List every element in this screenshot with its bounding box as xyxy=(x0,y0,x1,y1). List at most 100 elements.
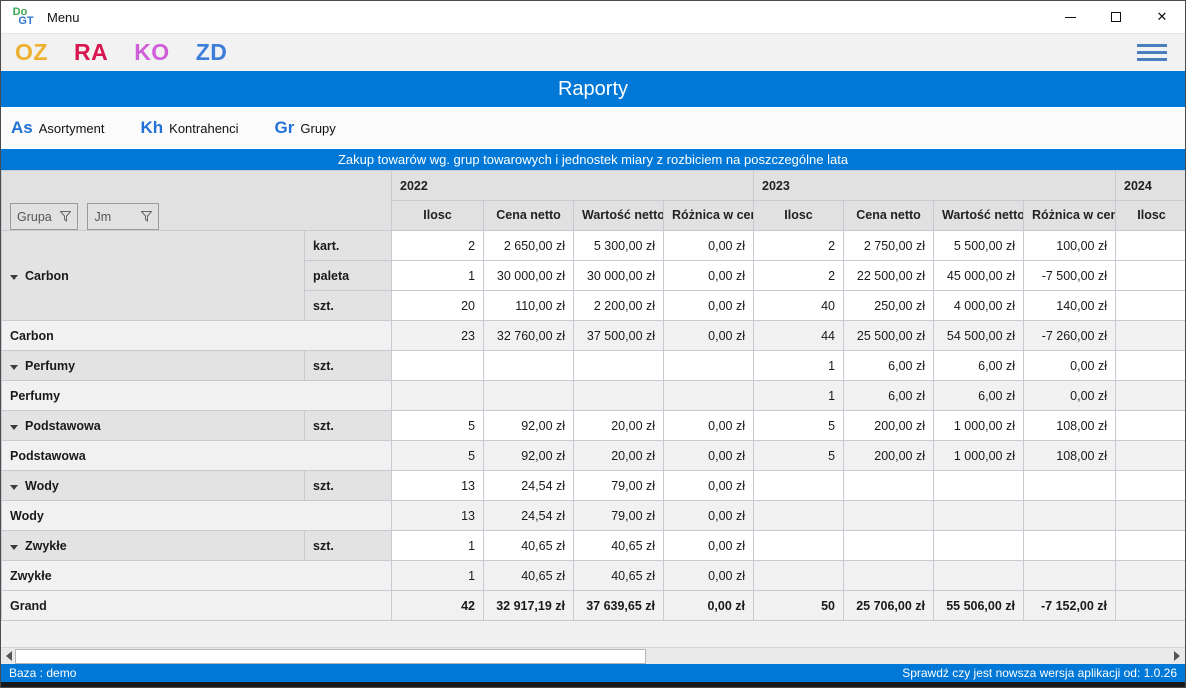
value-cell xyxy=(1116,381,1185,411)
value-cell: 13 xyxy=(392,471,484,501)
column-header: Ilosc xyxy=(392,201,484,231)
value-cell: 200,00 zł xyxy=(844,411,934,441)
unit-cell: szt. xyxy=(305,531,392,561)
toolbar-label: Kontrahenci xyxy=(169,121,238,136)
value-cell: 1 xyxy=(392,261,484,291)
value-cell xyxy=(1024,561,1116,591)
value-cell xyxy=(1024,501,1116,531)
unit-cell: szt. xyxy=(305,351,392,381)
minimize-button[interactable] xyxy=(1047,1,1093,33)
maximize-icon xyxy=(1111,12,1121,22)
value-cell xyxy=(934,501,1024,531)
value-cell xyxy=(844,471,934,501)
value-cell: 1 000,00 zł xyxy=(934,441,1024,471)
summary-row: Perfumy16,00 zł6,00 zł0,00 zł xyxy=(2,381,1186,411)
value-cell: 50 xyxy=(754,591,844,621)
value-cell: 20,00 zł xyxy=(574,411,664,441)
unit-cell: paleta xyxy=(305,261,392,291)
value-cell: 0,00 zł xyxy=(1024,381,1116,411)
close-button[interactable]: ✕ xyxy=(1139,1,1185,33)
unit-filter-label: Jm xyxy=(94,210,111,224)
nav-item-zd[interactable]: ZD xyxy=(196,39,228,66)
unit-cell: szt. xyxy=(305,471,392,501)
collapse-triangle-icon xyxy=(10,365,18,370)
summary-row: Podstawowa592,00 zł20,00 zł0,00 zł5200,0… xyxy=(2,441,1186,471)
value-cell xyxy=(1116,441,1185,471)
group-row-label[interactable]: Podstawowa xyxy=(2,411,305,441)
menu-label[interactable]: Menu xyxy=(47,10,80,25)
value-cell xyxy=(934,531,1024,561)
report-title-bar: Zakup towarów wg. grup towarowych i jedn… xyxy=(1,149,1185,170)
group-filter-dropdown[interactable]: Grupa xyxy=(10,203,78,230)
nav-item-ra[interactable]: RA xyxy=(74,39,108,66)
column-header: Cena netto xyxy=(844,201,934,231)
value-cell: 79,00 zł xyxy=(574,501,664,531)
value-cell: 5 500,00 zł xyxy=(934,231,1024,261)
close-icon: ✕ xyxy=(1157,9,1168,25)
value-cell xyxy=(1116,561,1185,591)
nav-item-oz[interactable]: OZ xyxy=(15,39,48,66)
module-nav-items: OZ RA KO ZD xyxy=(15,39,253,66)
collapse-triangle-icon xyxy=(10,425,18,430)
toolbar-label: Grupy xyxy=(300,121,335,136)
value-cell: 100,00 zł xyxy=(1024,231,1116,261)
maximize-button[interactable] xyxy=(1093,1,1139,33)
value-cell: 37 639,65 zł xyxy=(574,591,664,621)
toolbar-item-asortyment[interactable]: AsAsortyment xyxy=(11,118,104,138)
group-name: Wody xyxy=(25,479,59,493)
filter-header-cell: Grupa Jm xyxy=(2,171,392,231)
value-cell xyxy=(1116,351,1185,381)
value-cell: 0,00 zł xyxy=(664,531,754,561)
value-cell: 5 xyxy=(754,441,844,471)
value-cell: 0,00 zł xyxy=(664,291,754,321)
value-cell: 42 xyxy=(392,591,484,621)
value-cell xyxy=(844,561,934,591)
report-title: Zakup towarów wg. grup towarowych i jedn… xyxy=(338,152,848,167)
hamburger-menu-button[interactable] xyxy=(1133,40,1171,65)
value-cell: 0,00 zł xyxy=(664,501,754,531)
group-row-label[interactable]: Perfumy xyxy=(2,351,305,381)
value-cell: -7 260,00 zł xyxy=(1024,321,1116,351)
horizontal-scrollbar[interactable] xyxy=(1,647,1185,664)
summary-row: Carbon2332 760,00 zł37 500,00 zł0,00 zł4… xyxy=(2,321,1186,351)
group-row: Perfumyszt.16,00 zł6,00 zł0,00 zł xyxy=(2,351,1186,381)
nav-item-ko[interactable]: KO xyxy=(134,39,170,66)
unit-cell: kart. xyxy=(305,231,392,261)
value-cell: 6,00 zł xyxy=(934,351,1024,381)
value-cell: 140,00 zł xyxy=(1024,291,1116,321)
status-bar: Baza : demo Sprawdź czy jest nowsza wers… xyxy=(1,664,1185,682)
value-cell: 4 000,00 zł xyxy=(934,291,1024,321)
scroll-right-button[interactable] xyxy=(1169,648,1185,664)
column-header: Różnica w cenie xyxy=(664,201,754,231)
value-cell: 2 750,00 zł xyxy=(844,231,934,261)
value-cell: 40,65 zł xyxy=(574,561,664,591)
toolbar-item-grupy[interactable]: GrGrupy xyxy=(275,118,336,138)
value-cell xyxy=(392,381,484,411)
group-row-label[interactable]: Carbon xyxy=(2,231,305,321)
value-cell: 20 xyxy=(392,291,484,321)
value-cell: 0,00 zł xyxy=(664,591,754,621)
status-database: Baza : demo xyxy=(9,666,76,680)
column-header: Ilosc xyxy=(754,201,844,231)
scrollbar-thumb[interactable] xyxy=(15,649,646,664)
value-cell: 25 500,00 zł xyxy=(844,321,934,351)
logo-bottom-text: GT xyxy=(13,17,39,26)
value-cell xyxy=(1116,231,1185,261)
summary-row-label: Carbon xyxy=(2,321,392,351)
value-cell: 5 xyxy=(392,411,484,441)
toolbar-item-kontrahenci[interactable]: KhKontrahenci xyxy=(140,118,238,138)
value-cell: 23 xyxy=(392,321,484,351)
group-row-label[interactable]: Zwykłe xyxy=(2,531,305,561)
status-version-check[interactable]: Sprawdź czy jest nowsza wersja aplikacji… xyxy=(902,666,1177,680)
value-cell: 24,54 zł xyxy=(484,471,574,501)
group-filter-label: Grupa xyxy=(17,210,52,224)
hamburger-icon xyxy=(1137,44,1167,47)
unit-filter-dropdown[interactable]: Jm xyxy=(87,203,159,230)
value-cell xyxy=(754,471,844,501)
group-row-label[interactable]: Wody xyxy=(2,471,305,501)
group-name: Podstawowa xyxy=(25,419,101,433)
group-name: Perfumy xyxy=(25,359,75,373)
summary-row-label: Wody xyxy=(2,501,392,531)
value-cell: 20,00 zł xyxy=(574,441,664,471)
value-cell: 2 xyxy=(392,231,484,261)
